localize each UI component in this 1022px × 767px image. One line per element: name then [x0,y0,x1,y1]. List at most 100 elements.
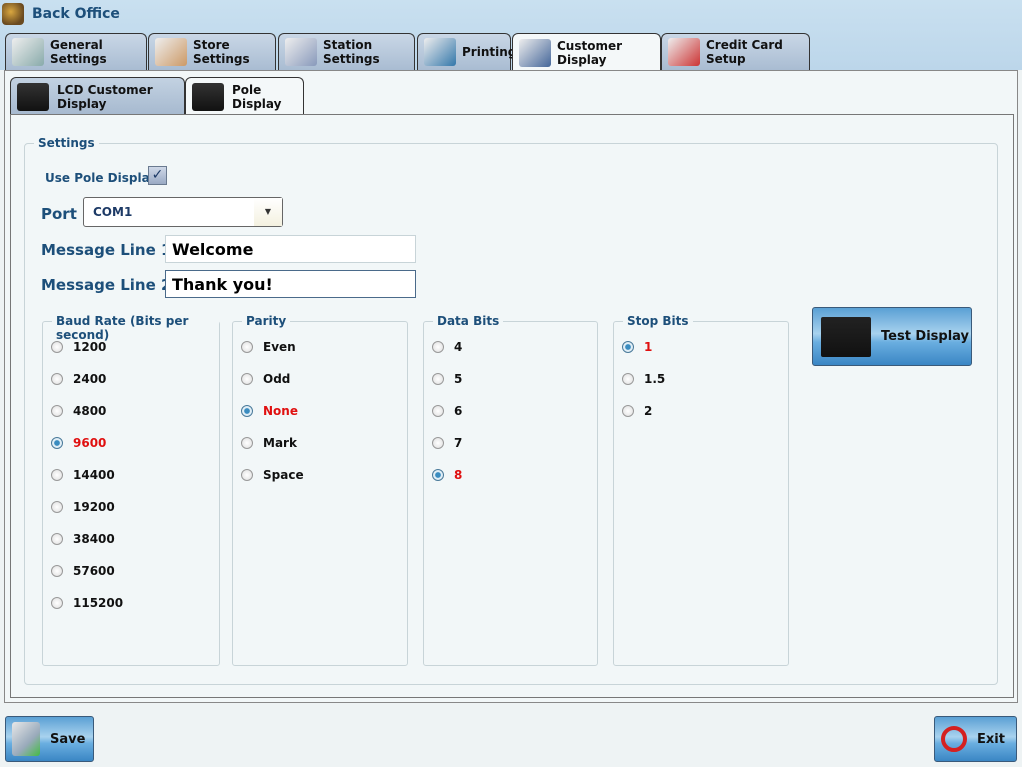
tab-printing[interactable]: Printing [417,33,516,70]
radio-4800[interactable]: 4800 [51,404,106,418]
settings-legend: Settings [34,136,99,150]
radio-label: 115200 [73,596,124,610]
tab-label: General Settings [50,38,107,66]
radio-circle-icon [432,437,444,449]
group-title: Data Bits [433,314,504,328]
radio-label: Odd [263,372,291,386]
tab-general-settings[interactable]: General Settings [5,33,147,70]
tab-label: Station Settings [323,38,380,66]
pole-display-icon [821,316,871,357]
tab-customer-display[interactable]: Customer Display [512,33,661,71]
radio-label: 38400 [73,532,115,546]
subtab-label: Pole Display [232,82,282,111]
radio-7[interactable]: 7 [432,436,462,450]
tab-store-settings[interactable]: Store Settings [148,33,276,70]
exit-label: Exit [977,731,1005,747]
radio-label: 14400 [73,468,115,482]
radio-circle-icon [622,341,634,353]
radio-1-5[interactable]: 1.5 [622,372,665,386]
radio-label: 1 [644,340,653,354]
group-title: Stop Bits [623,314,693,328]
radio-label: Mark [263,436,297,450]
radio-circle-icon [241,469,253,481]
monitor-icon [519,38,551,67]
group-title: Baud Rate (Bits per second) [52,314,219,342]
radio-label: 4 [454,340,463,354]
radio-circle-icon [432,373,444,385]
port-select[interactable]: COM1 ▼ [83,197,283,227]
tab-label: Printing [462,45,517,59]
wrench-screwdriver-icon [12,38,44,66]
radio-9600[interactable]: 9600 [51,436,106,450]
radio-circle-icon [622,373,634,385]
radio-57600[interactable]: 57600 [51,564,115,578]
checkmark-icon: ✓ [151,167,164,183]
save-icon [12,722,40,756]
tab-label: Customer Display [557,38,623,67]
radio-label: 4800 [73,404,107,418]
tab-label: Store Settings [193,38,250,66]
radio-1[interactable]: 1 [622,340,652,354]
use-pole-display-checkbox[interactable]: ✓ [148,166,167,185]
radio-circle-icon [622,405,634,417]
app-logo-icon [2,3,24,25]
subtab-lcd-customer-display[interactable]: LCD Customer Display [10,77,185,115]
message-line-2-input[interactable] [165,270,416,298]
radio-mark[interactable]: Mark [241,436,297,450]
radio-circle-icon [241,341,253,353]
message-line-1-input[interactable] [165,235,416,263]
save-button[interactable]: Save [5,716,94,762]
station-gear-icon [285,38,317,66]
power-icon [941,726,967,752]
radio-label: None [263,404,298,418]
radio-even[interactable]: Even [241,340,296,354]
radio-circle-icon [51,501,63,513]
radio-5[interactable]: 5 [432,372,462,386]
tab-label: Credit Card Setup [706,38,783,66]
tab-station-settings[interactable]: Station Settings [278,33,415,70]
radio-2400[interactable]: 2400 [51,372,106,386]
radio-14400[interactable]: 14400 [51,468,115,482]
radio-circle-icon [51,373,63,385]
radio-2[interactable]: 2 [622,404,652,418]
radio-odd[interactable]: Odd [241,372,290,386]
radio-circle-icon [432,341,444,353]
radio-115200[interactable]: 115200 [51,596,123,610]
radio-label: 9600 [73,436,107,450]
radio-1200[interactable]: 1200 [51,340,106,354]
radio-circle-icon [51,437,63,449]
radio-38400[interactable]: 38400 [51,532,115,546]
radio-6[interactable]: 6 [432,404,462,418]
radio-4[interactable]: 4 [432,340,462,354]
radio-circle-icon [432,405,444,417]
message-line-2-label: Message Line 2 [41,276,172,294]
exit-button[interactable]: Exit [934,716,1017,762]
chevron-down-icon: ▼ [254,198,282,226]
radio-label: Space [263,468,304,482]
radio-none[interactable]: None [241,404,298,418]
radio-label: 19200 [73,500,115,514]
radio-8[interactable]: 8 [432,468,462,482]
port-value: COM1 [93,205,133,219]
radio-space[interactable]: Space [241,468,304,482]
radio-circle-icon [241,373,253,385]
subtab-pole-display[interactable]: Pole Display [185,77,304,115]
save-label: Save [50,731,86,747]
radio-circle-icon [51,533,63,545]
message-line-1-label: Message Line 1 [41,241,172,259]
pole-display-icon [192,82,224,111]
radio-circle-icon [51,405,63,417]
radio-label: 6 [454,404,463,418]
tab-credit-card-setup[interactable]: Credit Card Setup [661,33,810,70]
radio-label: 8 [454,468,463,482]
test-display-button[interactable]: Test Display [812,307,972,366]
lcd-display-icon [17,82,49,111]
use-pole-display-label: Use Pole Display [45,171,158,185]
radio-label: 2400 [73,372,107,386]
radio-19200[interactable]: 19200 [51,500,115,514]
radio-circle-icon [432,469,444,481]
radio-circle-icon [51,565,63,577]
radio-label: 2 [644,404,653,418]
radio-circle-icon [51,469,63,481]
radio-label: 57600 [73,564,115,578]
